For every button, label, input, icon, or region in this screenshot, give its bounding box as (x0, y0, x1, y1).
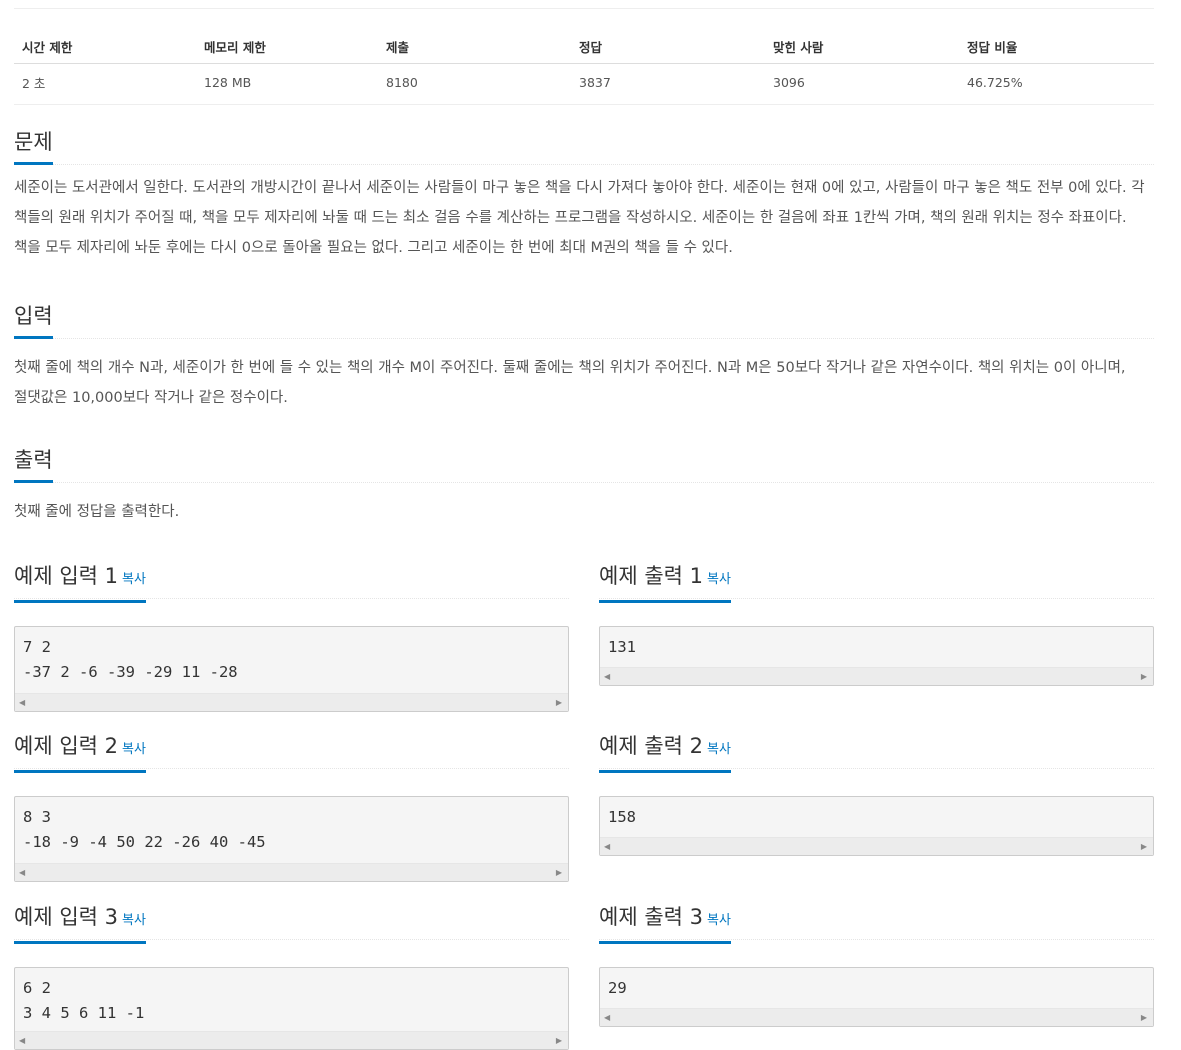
sample-output-1-label: 예제 출력 1 (599, 564, 703, 588)
horizontal-scrollbar[interactable]: ◀ ▶ (600, 667, 1153, 685)
table-bottom-divider (14, 104, 1154, 105)
sample-input-3: 예제 입력 3 복사 6 2 3 4 5 6 11 -1 ◀ ▶ (14, 903, 569, 1050)
submissions-value: 8180 (386, 74, 418, 90)
scroll-left-icon[interactable]: ◀ (604, 1010, 610, 1025)
scroll-right-icon[interactable]: ▶ (556, 695, 562, 710)
sample-output-1-code-box: 131 ◀ ▶ (599, 626, 1154, 686)
sample-output-1: 예제 출력 1 복사 131 ◀ ▶ (599, 562, 1154, 686)
sample-output-1-title: 예제 출력 1 복사 (599, 562, 731, 603)
solved-users-value: 3096 (773, 74, 805, 90)
scroll-right-icon[interactable]: ▶ (1141, 669, 1147, 684)
copy-button[interactable]: 복사 (122, 572, 146, 587)
sample-input-2-label: 예제 입력 2 (14, 734, 118, 758)
sample-output-3-header: 예제 출력 3 복사 (599, 903, 1154, 944)
sample-input-2-code-box: 8 3 -18 -9 -4 50 22 -26 40 -45 ◀ ▶ (14, 796, 569, 882)
sample-input-2: 예제 입력 2 복사 8 3 -18 -9 -4 50 22 -26 40 -45… (14, 732, 569, 882)
sample-input-2-code: 8 3 -18 -9 -4 50 22 -26 40 -45 (23, 808, 266, 851)
input-header: 입력 (14, 302, 1154, 339)
sample-input-3-title: 예제 입력 3 복사 (14, 903, 146, 944)
input-section: 입력 첫째 줄에 책의 개수 N과, 세준이가 한 번에 들 수 있는 책의 개… (14, 302, 1154, 413)
scroll-right-icon[interactable]: ▶ (556, 865, 562, 880)
sample-output-2-header: 예제 출력 2 복사 (599, 732, 1154, 773)
scroll-left-icon[interactable]: ◀ (604, 839, 610, 854)
copy-button[interactable]: 복사 (707, 913, 731, 928)
sample-input-1-code: 7 2 -37 2 -6 -39 -29 11 -28 (23, 638, 238, 681)
sample-input-1-title: 예제 입력 1 복사 (14, 562, 146, 603)
time-limit-value: 2 초 (22, 75, 46, 91)
sample-input-1-header: 예제 입력 1 복사 (14, 562, 569, 603)
sample-output-2-code-box: 158 ◀ ▶ (599, 796, 1154, 856)
sample-input-2-title: 예제 입력 2 복사 (14, 732, 146, 773)
sample-output-3-label: 예제 출력 3 (599, 905, 703, 929)
problem-description: 세준이는 도서관에서 일한다. 도서관의 개방시간이 끝나서 세준이는 사람들이… (14, 180, 1145, 256)
sample-output-3-title: 예제 출력 3 복사 (599, 903, 731, 944)
sample-output-2-title: 예제 출력 2 복사 (599, 732, 731, 773)
header-accept-ratio: 정답 비율 (967, 40, 1018, 55)
sample-input-3-code-box: 6 2 3 4 5 6 11 -1 ◀ ▶ (14, 967, 569, 1050)
table-row: 2 초 128 MB 8180 3837 3096 46.725% (14, 64, 1154, 96)
horizontal-scrollbar[interactable]: ◀ ▶ (15, 693, 568, 711)
scroll-left-icon[interactable]: ◀ (604, 669, 610, 684)
horizontal-scrollbar[interactable]: ◀ ▶ (15, 863, 568, 881)
scroll-right-icon[interactable]: ▶ (1141, 839, 1147, 854)
copy-button[interactable]: 복사 (122, 913, 146, 928)
scroll-left-icon[interactable]: ◀ (19, 695, 25, 710)
horizontal-scrollbar[interactable]: ◀ ▶ (600, 837, 1153, 855)
horizontal-scrollbar[interactable]: ◀ ▶ (600, 1008, 1153, 1026)
accept-ratio-value: 46.725% (967, 74, 1023, 90)
sample-output-3-code-box: 29 ◀ ▶ (599, 967, 1154, 1027)
header-time-limit: 시간 제한 (22, 40, 73, 55)
problem-title: 문제 (14, 128, 53, 165)
output-description: 첫째 줄에 정답을 출력한다. (14, 504, 180, 520)
sample-input-3-label: 예제 입력 3 (14, 905, 118, 929)
horizontal-scrollbar[interactable]: ◀ ▶ (15, 1031, 568, 1049)
sample-output-1-code: 131 (608, 638, 636, 656)
scroll-left-icon[interactable]: ◀ (19, 865, 25, 880)
scroll-left-icon[interactable]: ◀ (19, 1033, 25, 1048)
sample-output-2-code: 158 (608, 808, 636, 826)
scroll-right-icon[interactable]: ▶ (556, 1033, 562, 1048)
header-solved-users: 맞힌 사람 (773, 40, 824, 55)
problem-header: 문제 (14, 128, 1154, 165)
input-title: 입력 (14, 302, 53, 339)
sample-output-2-label: 예제 출력 2 (599, 734, 703, 758)
input-description: 첫째 줄에 책의 개수 N과, 세준이가 한 번에 들 수 있는 책의 개수 M… (14, 360, 1126, 406)
output-title: 출력 (14, 446, 53, 483)
table-header-row: 시간 제한 메모리 제한 제출 정답 맞힌 사람 정답 비율 (14, 30, 1154, 64)
sample-output-3: 예제 출력 3 복사 29 ◀ ▶ (599, 903, 1154, 1027)
copy-button[interactable]: 복사 (122, 742, 146, 757)
memory-limit-value: 128 MB (204, 74, 252, 90)
sample-output-3-code: 29 (608, 979, 627, 997)
problem-section: 문제 세준이는 도서관에서 일한다. 도서관의 개방시간이 끝나서 세준이는 사… (14, 128, 1154, 263)
accepted-value: 3837 (579, 74, 611, 90)
header-submissions: 제출 (386, 40, 410, 55)
sample-input-1-code-box: 7 2 -37 2 -6 -39 -29 11 -28 ◀ ▶ (14, 626, 569, 712)
sample-input-1: 예제 입력 1 복사 7 2 -37 2 -6 -39 -29 11 -28 ◀ … (14, 562, 569, 712)
sample-input-1-label: 예제 입력 1 (14, 564, 118, 588)
sample-input-3-code: 6 2 3 4 5 6 11 -1 (23, 979, 145, 1022)
copy-button[interactable]: 복사 (707, 742, 731, 757)
top-divider (14, 8, 1154, 9)
header-memory-limit: 메모리 제한 (204, 40, 266, 55)
output-header: 출력 (14, 446, 1154, 483)
scroll-right-icon[interactable]: ▶ (1141, 1010, 1147, 1025)
sample-input-2-header: 예제 입력 2 복사 (14, 732, 569, 773)
sample-input-3-header: 예제 입력 3 복사 (14, 903, 569, 944)
output-section: 출력 첫째 줄에 정답을 출력한다. (14, 446, 1154, 527)
copy-button[interactable]: 복사 (707, 572, 731, 587)
sample-output-1-header: 예제 출력 1 복사 (599, 562, 1154, 603)
header-accepted: 정답 (579, 40, 603, 55)
problem-info-table: 시간 제한 메모리 제한 제출 정답 맞힌 사람 정답 비율 2 초 128 M… (14, 30, 1154, 105)
sample-output-2: 예제 출력 2 복사 158 ◀ ▶ (599, 732, 1154, 856)
